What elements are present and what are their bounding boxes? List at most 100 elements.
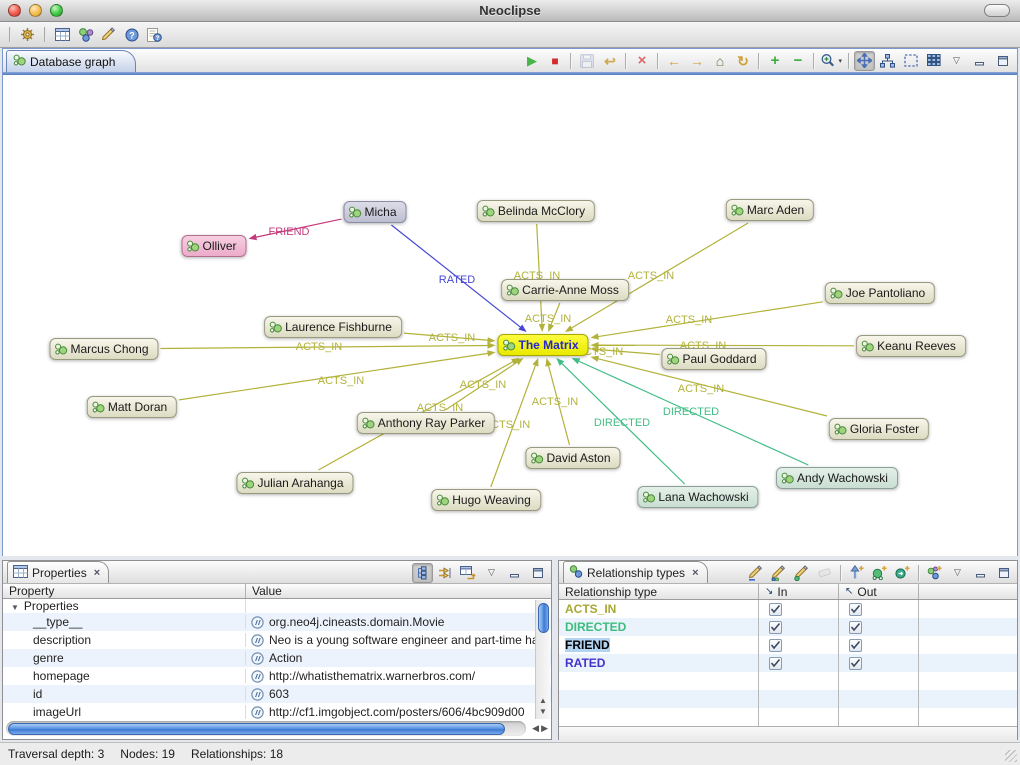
decrease-traversal-depth-button[interactable]: − [787, 51, 808, 71]
out-checkbox[interactable] [849, 657, 862, 670]
scrollbar-track[interactable] [6, 721, 526, 736]
graph-canvas[interactable]: FRIENDRATEDACTS_INACTS_INACTS_INACTS_INA… [3, 75, 1017, 556]
save-button[interactable] [576, 51, 597, 71]
help-button[interactable]: ? [121, 25, 142, 45]
view-menu-button[interactable]: ▽ [481, 563, 502, 583]
column-in[interactable]: ↘In [759, 584, 839, 599]
relationship-row-FRIEND[interactable]: FRIEND [559, 636, 1017, 654]
collapse-triangle-icon[interactable]: ▼ [11, 603, 19, 612]
in-checkbox[interactable] [769, 603, 782, 616]
preferences-button[interactable] [17, 25, 38, 45]
scrollbar-arrows[interactable]: ▲▼ [536, 696, 550, 717]
column-relationship-type[interactable]: Relationship type [559, 584, 759, 599]
graph-node-julian[interactable]: Julian Arahanga [236, 472, 353, 494]
revert-button[interactable]: ↩ [599, 51, 620, 71]
mark-start-node-button[interactable] [768, 563, 789, 583]
maximize-view-button[interactable] [992, 51, 1013, 71]
property-row-id[interactable]: id603 [3, 685, 551, 703]
graph-node-anthony[interactable]: Anthony Ray Parker [357, 412, 495, 434]
mark-end-node-button[interactable] [791, 563, 812, 583]
scrollbar-thumb[interactable] [8, 723, 505, 735]
column-property[interactable]: Property [3, 584, 246, 598]
vertical-scrollbar[interactable]: ▲▼ [535, 600, 550, 719]
graph-node-david[interactable]: David Aston [525, 447, 620, 469]
create-relationship-type-button[interactable] [924, 563, 945, 583]
out-checkbox[interactable] [849, 621, 862, 634]
horizontal-scrollbar[interactable]: ◀▶ [6, 721, 550, 736]
stop-database-button[interactable]: ■ [544, 51, 565, 71]
graph-node-olliver[interactable]: Olliver [181, 235, 246, 257]
graph-node-carrie[interactable]: Carrie-Anne Moss [501, 279, 629, 301]
graph-node-keanu[interactable]: Keanu Reeves [856, 335, 966, 357]
start-database-button[interactable]: ▶ [521, 51, 542, 71]
grid-layout-button[interactable] [923, 51, 944, 71]
graph-node-lana[interactable]: Lana Wachowski [637, 486, 758, 508]
delete-button[interactable]: × [631, 51, 652, 71]
relationship-row-ACTS_IN[interactable]: ACTS_IN [559, 600, 1017, 618]
restore-default-value-button[interactable] [458, 563, 479, 583]
tab-relationship-types[interactable]: Relationship types × [563, 561, 708, 583]
property-row-homepage[interactable]: homepagehttp://whatisthematrix.warnerbro… [3, 667, 551, 685]
tab-properties[interactable]: Properties × [7, 561, 109, 583]
tab-database-graph[interactable]: Database graph [6, 50, 136, 72]
graph-node-paul[interactable]: Paul Goddard [661, 348, 766, 370]
property-row-genre[interactable]: genreAction [3, 649, 551, 667]
property-group[interactable]: ▼Properties [3, 599, 246, 613]
minimize-view-button[interactable] [969, 51, 990, 71]
maximize-view-button[interactable] [527, 563, 548, 583]
pan-tool-button[interactable] [854, 51, 875, 71]
graph-view-button[interactable] [75, 25, 96, 45]
out-checkbox[interactable] [849, 639, 862, 652]
in-checkbox[interactable] [769, 639, 782, 652]
refresh-button[interactable]: ↻ [732, 51, 753, 71]
relationship-row-DIRECTED[interactable]: DIRECTED [559, 618, 1017, 636]
tree-layout-button[interactable] [877, 51, 898, 71]
go-back-button[interactable]: ← [663, 51, 684, 71]
relationship-row-RATED[interactable]: RATED [559, 654, 1017, 672]
in-checkbox[interactable] [769, 621, 782, 634]
add-bidirectional-relationship-button[interactable] [892, 563, 913, 583]
marquee-tool-button[interactable] [900, 51, 921, 71]
graph-node-marcaden[interactable]: Marc Aden [726, 199, 814, 221]
graph-node-micha[interactable]: Micha [343, 201, 406, 223]
categories-button[interactable] [412, 563, 433, 583]
home-button[interactable]: ⌂ [709, 51, 730, 71]
property-row-__type__[interactable]: __type__org.neo4j.cineasts.domain.Movie [3, 613, 551, 631]
increase-traversal-depth-button[interactable]: + [764, 51, 785, 71]
minimize-view-button[interactable] [504, 563, 525, 583]
graph-node-hugo[interactable]: Hugo Weaving [431, 489, 541, 511]
view-menu-button[interactable]: ▽ [946, 51, 967, 71]
graph-node-marcus[interactable]: Marcus Chong [49, 338, 158, 360]
mark-relationship-button[interactable] [745, 563, 766, 583]
graph-node-joe[interactable]: Joe Pantoliano [825, 282, 935, 304]
cheat-sheets-button[interactable]: ? [144, 25, 165, 45]
graph-node-belinda[interactable]: Belinda McClory [477, 200, 595, 222]
scrollbar-thumb[interactable] [538, 603, 549, 633]
properties-group-row[interactable]: ▼Properties [3, 599, 551, 613]
toolbar-toggle-button[interactable] [984, 4, 1010, 17]
close-icon[interactable]: × [94, 567, 100, 579]
graph-node-gloria[interactable]: Gloria Foster [829, 418, 929, 440]
in-checkbox[interactable] [769, 657, 782, 670]
add-outgoing-relationship-button[interactable] [869, 563, 890, 583]
resize-grip[interactable] [1005, 750, 1017, 762]
view-menu-button[interactable]: ▽ [947, 563, 968, 583]
go-forward-button[interactable]: → [686, 51, 707, 71]
zoom-button[interactable]: ▾ [819, 51, 843, 71]
out-checkbox[interactable] [849, 603, 862, 616]
decorate-button[interactable] [98, 25, 119, 45]
properties-view-button[interactable] [52, 25, 73, 45]
add-incoming-relationship-button[interactable] [846, 563, 867, 583]
show-advanced-properties-button[interactable] [435, 563, 456, 583]
clear-marked-button[interactable] [814, 563, 835, 583]
property-row-imageUrl[interactable]: imageUrlhttp://cf1.imgobject.com/posters… [3, 703, 551, 719]
scrollbar-arrows[interactable]: ◀▶ [532, 723, 550, 734]
maximize-view-button[interactable] [993, 563, 1014, 583]
graph-node-matt[interactable]: Matt Doran [87, 396, 177, 418]
close-icon[interactable]: × [692, 567, 698, 579]
graph-node-andy[interactable]: Andy Wachowski [776, 467, 898, 489]
minimize-view-button[interactable] [970, 563, 991, 583]
property-row-description[interactable]: descriptionNeo is a young software engin… [3, 631, 551, 649]
column-value[interactable]: Value [246, 584, 551, 598]
graph-node-laurence[interactable]: Laurence Fishburne [264, 316, 402, 338]
